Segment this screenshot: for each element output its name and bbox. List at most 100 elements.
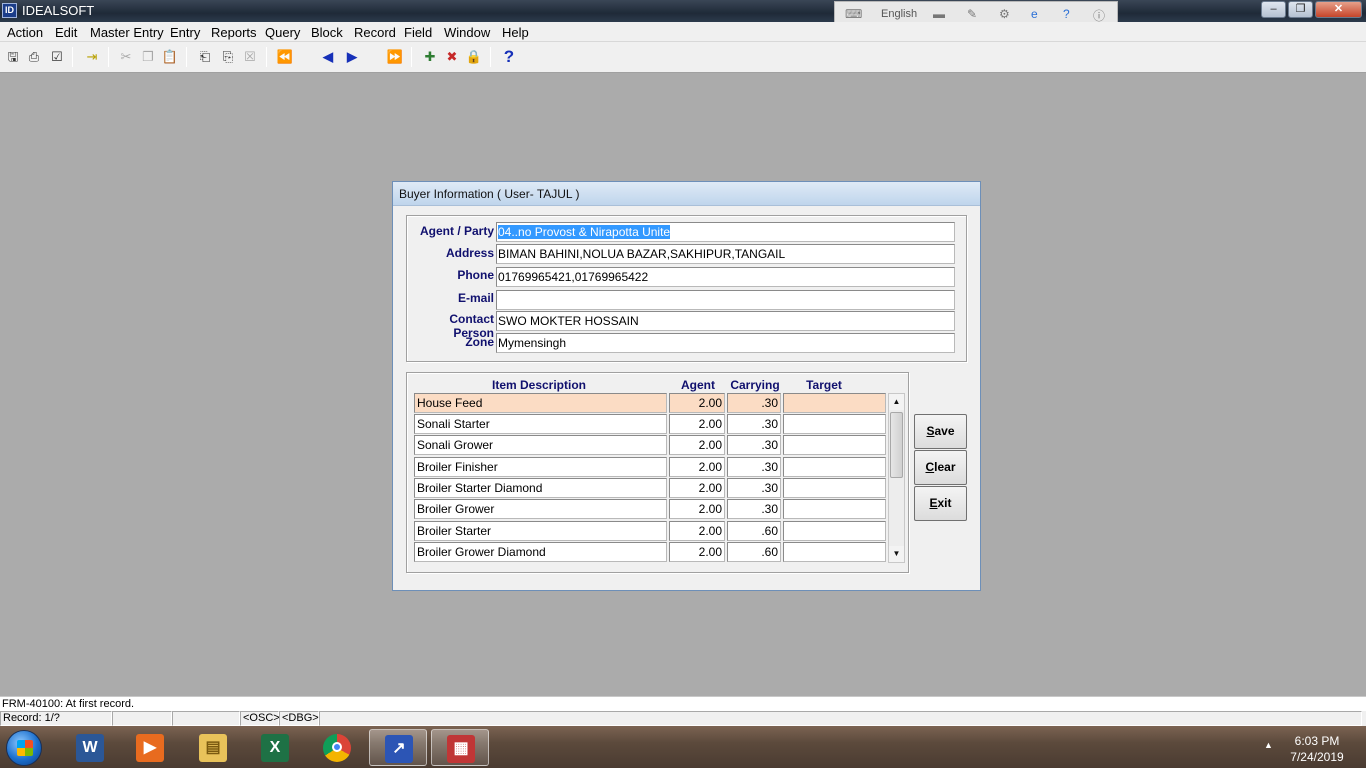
help-icon[interactable]: ?: [499, 47, 519, 67]
save-button[interactable]: Save: [914, 414, 967, 449]
menu-master-entry[interactable]: Master Entry: [90, 25, 164, 40]
next-block-icon[interactable]: ⏩: [385, 47, 405, 67]
item-description-cell[interactable]: House Feed: [414, 393, 667, 413]
carrying-header: Carrying: [730, 378, 780, 392]
target-header: Target: [806, 378, 842, 392]
target-cell[interactable]: [783, 393, 886, 413]
menu-record[interactable]: Record: [354, 25, 396, 40]
zone-field[interactable]: Mymensingh: [496, 333, 955, 353]
carrying-cell[interactable]: .60: [727, 521, 781, 541]
items-scrollbar[interactable]: ▲ ▼: [888, 393, 905, 563]
scroll-down-icon[interactable]: ▼: [889, 546, 904, 562]
clear-button[interactable]: Clear: [914, 450, 967, 485]
carrying-cell[interactable]: .30: [727, 414, 781, 434]
menu-block[interactable]: Block: [311, 25, 343, 40]
taskbar-media-player[interactable]: ▶: [121, 729, 179, 766]
target-cell[interactable]: [783, 521, 886, 541]
agent-cell[interactable]: 2.00: [669, 457, 725, 477]
taskbar-excel[interactable]: X: [246, 729, 304, 766]
cancel-query-icon[interactable]: ☒: [240, 47, 260, 67]
agent-cell[interactable]: 2.00: [669, 393, 725, 413]
exit-form-icon[interactable]: ⇥: [82, 47, 102, 67]
minimize-button[interactable]: –: [1261, 1, 1286, 18]
menu-action[interactable]: Action: [7, 25, 43, 40]
lock-record-icon[interactable]: 🔒: [464, 47, 484, 67]
tray-expand-icon[interactable]: ▲: [1264, 740, 1273, 750]
next-record-icon[interactable]: ▶: [342, 47, 362, 67]
email-field[interactable]: [496, 290, 955, 310]
item-description-cell[interactable]: Broiler Finisher: [414, 457, 667, 477]
insert-record-icon[interactable]: ✚: [420, 47, 440, 67]
menu-bar: Action Edit Master Entry Entry Reports Q…: [0, 22, 1366, 42]
language-label[interactable]: English: [881, 8, 917, 20]
menu-field[interactable]: Field: [404, 25, 432, 40]
carrying-cell[interactable]: .30: [727, 499, 781, 519]
target-cell[interactable]: [783, 457, 886, 477]
item-description-cell[interactable]: Broiler Starter Diamond: [414, 478, 667, 498]
save-icon[interactable]: 🖫: [3, 47, 23, 67]
target-cell[interactable]: [783, 435, 886, 455]
item-description-cell[interactable]: Broiler Starter: [414, 521, 667, 541]
agent-cell[interactable]: 2.00: [669, 521, 725, 541]
menu-window[interactable]: Window: [444, 25, 490, 40]
pen-icon[interactable]: ✎: [967, 7, 977, 21]
keyboard-icon[interactable]: ⌨: [845, 7, 862, 21]
agent-cell[interactable]: 2.00: [669, 435, 725, 455]
status-segment: [172, 711, 240, 726]
item-description-cell[interactable]: Broiler Grower: [414, 499, 667, 519]
carrying-cell[interactable]: .30: [727, 435, 781, 455]
accept-icon[interactable]: ☑: [47, 47, 67, 67]
menu-reports[interactable]: Reports: [211, 25, 257, 40]
enter-query-icon[interactable]: ⎗: [195, 47, 215, 67]
taskbar-explorer[interactable]: ▤: [184, 729, 242, 766]
target-cell[interactable]: [783, 414, 886, 434]
item-description-cell[interactable]: Broiler Grower Diamond: [414, 542, 667, 562]
menu-edit[interactable]: Edit: [55, 25, 77, 40]
item-description-cell[interactable]: Sonali Starter: [414, 414, 667, 434]
menu-help[interactable]: Help: [502, 25, 529, 40]
scroll-thumb[interactable]: [890, 412, 903, 478]
carrying-cell[interactable]: .30: [727, 478, 781, 498]
target-cell[interactable]: [783, 478, 886, 498]
scroll-up-icon[interactable]: ▲: [889, 394, 904, 410]
exit-button[interactable]: Exit: [914, 486, 967, 521]
print-icon[interactable]: ⎙: [24, 47, 44, 67]
taskbar-idealsoft-runtime[interactable]: ▦: [431, 729, 489, 766]
target-cell[interactable]: [783, 542, 886, 562]
copy-icon[interactable]: ❐: [138, 47, 158, 67]
address-field[interactable]: BIMAN BAHINI,NOLUA BAZAR,SAKHIPUR,TANGAI…: [496, 244, 955, 264]
agent-cell[interactable]: 2.00: [669, 542, 725, 562]
phone-field[interactable]: 01769965421,01769965422: [496, 267, 955, 287]
help-icon[interactable]: ?: [1063, 7, 1070, 21]
cut-icon[interactable]: ✂: [116, 47, 136, 67]
carrying-cell[interactable]: .60: [727, 542, 781, 562]
paste-icon[interactable]: 📋: [160, 47, 180, 67]
agent-cell[interactable]: 2.00: [669, 499, 725, 519]
taskbar-word[interactable]: W: [61, 729, 119, 766]
idealsoft-app-icon[interactable]: ID: [2, 3, 17, 18]
previous-record-icon[interactable]: ◀: [318, 47, 338, 67]
item-description-cell[interactable]: Sonali Grower: [414, 435, 667, 455]
previous-block-icon[interactable]: ⏪: [275, 47, 295, 67]
form-runtime-icon: ▦: [447, 735, 475, 763]
menu-query[interactable]: Query: [265, 25, 300, 40]
contact-person-field[interactable]: SWO MOKTER HOSSAIN: [496, 311, 955, 331]
system-clock[interactable]: 6:03 PM 7/24/2019: [1282, 733, 1352, 765]
carrying-cell[interactable]: .30: [727, 457, 781, 477]
agent-cell[interactable]: 2.00: [669, 414, 725, 434]
carrying-cell[interactable]: .30: [727, 393, 781, 413]
input-mode-icon[interactable]: ▬: [933, 7, 945, 21]
taskbar-idealsoft[interactable]: ↗: [369, 729, 427, 766]
restore-button[interactable]: ❐: [1288, 1, 1313, 18]
execute-query-icon[interactable]: ⎘: [218, 47, 238, 67]
close-button[interactable]: ✕: [1315, 1, 1362, 18]
remove-record-icon[interactable]: ✖: [442, 47, 462, 67]
target-cell[interactable]: [783, 499, 886, 519]
agent-cell[interactable]: 2.00: [669, 478, 725, 498]
start-button[interactable]: [6, 730, 42, 766]
taskbar-chrome[interactable]: [308, 729, 366, 766]
settings-icon[interactable]: ⚙: [999, 7, 1010, 21]
browser-icon[interactable]: e: [1031, 7, 1038, 21]
menu-entry[interactable]: Entry: [170, 25, 200, 40]
agent-party-field[interactable]: 04..no Provost & Nirapotta Unite: [496, 222, 955, 242]
